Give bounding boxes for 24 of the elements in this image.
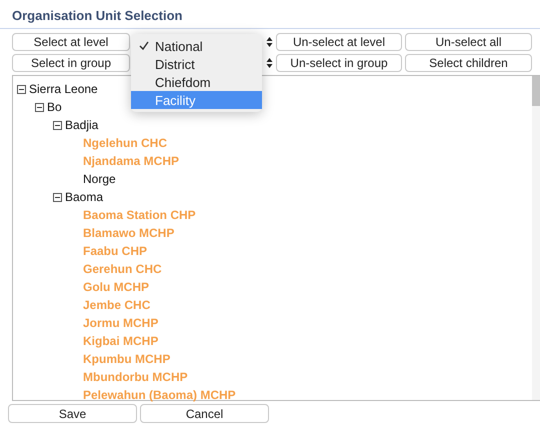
toolbar-button[interactable]: Un-select at level xyxy=(276,33,402,51)
scrollbar[interactable] xyxy=(532,76,540,400)
collapse-icon[interactable] xyxy=(35,102,44,112)
menu-item[interactable]: National xyxy=(131,37,262,55)
action-button[interactable]: Cancel xyxy=(140,404,269,423)
collapse-icon[interactable] xyxy=(53,192,62,202)
tree-item[interactable]: Sierra Leone xyxy=(29,82,98,96)
tree-item[interactable]: Baoma xyxy=(65,190,104,204)
select-arrows-icon[interactable] xyxy=(266,57,273,69)
collapse-icon[interactable] xyxy=(53,120,62,130)
tree-item[interactable]: Bo xyxy=(47,100,62,114)
tree-item[interactable]: Badjia xyxy=(65,118,98,132)
action-button[interactable]: Save xyxy=(8,404,137,423)
menu-item[interactable]: District xyxy=(131,55,262,73)
section-title: Organisation Unit Selection xyxy=(0,8,540,29)
toolbar-button[interactable]: Un-select all xyxy=(405,33,532,51)
select-arrows-icon[interactable] xyxy=(266,36,273,48)
tree-item[interactable]: Norge xyxy=(83,172,116,186)
toolbar-button[interactable]: Select at level xyxy=(12,33,130,51)
menu-item[interactable]: Chiefdom xyxy=(131,73,262,91)
toolbar-button[interactable]: Select in group xyxy=(12,54,130,72)
toolbar-button[interactable]: Un-select in group xyxy=(276,54,402,72)
collapse-icon[interactable] xyxy=(17,84,26,94)
toolbar-button[interactable]: Select children xyxy=(405,54,532,72)
